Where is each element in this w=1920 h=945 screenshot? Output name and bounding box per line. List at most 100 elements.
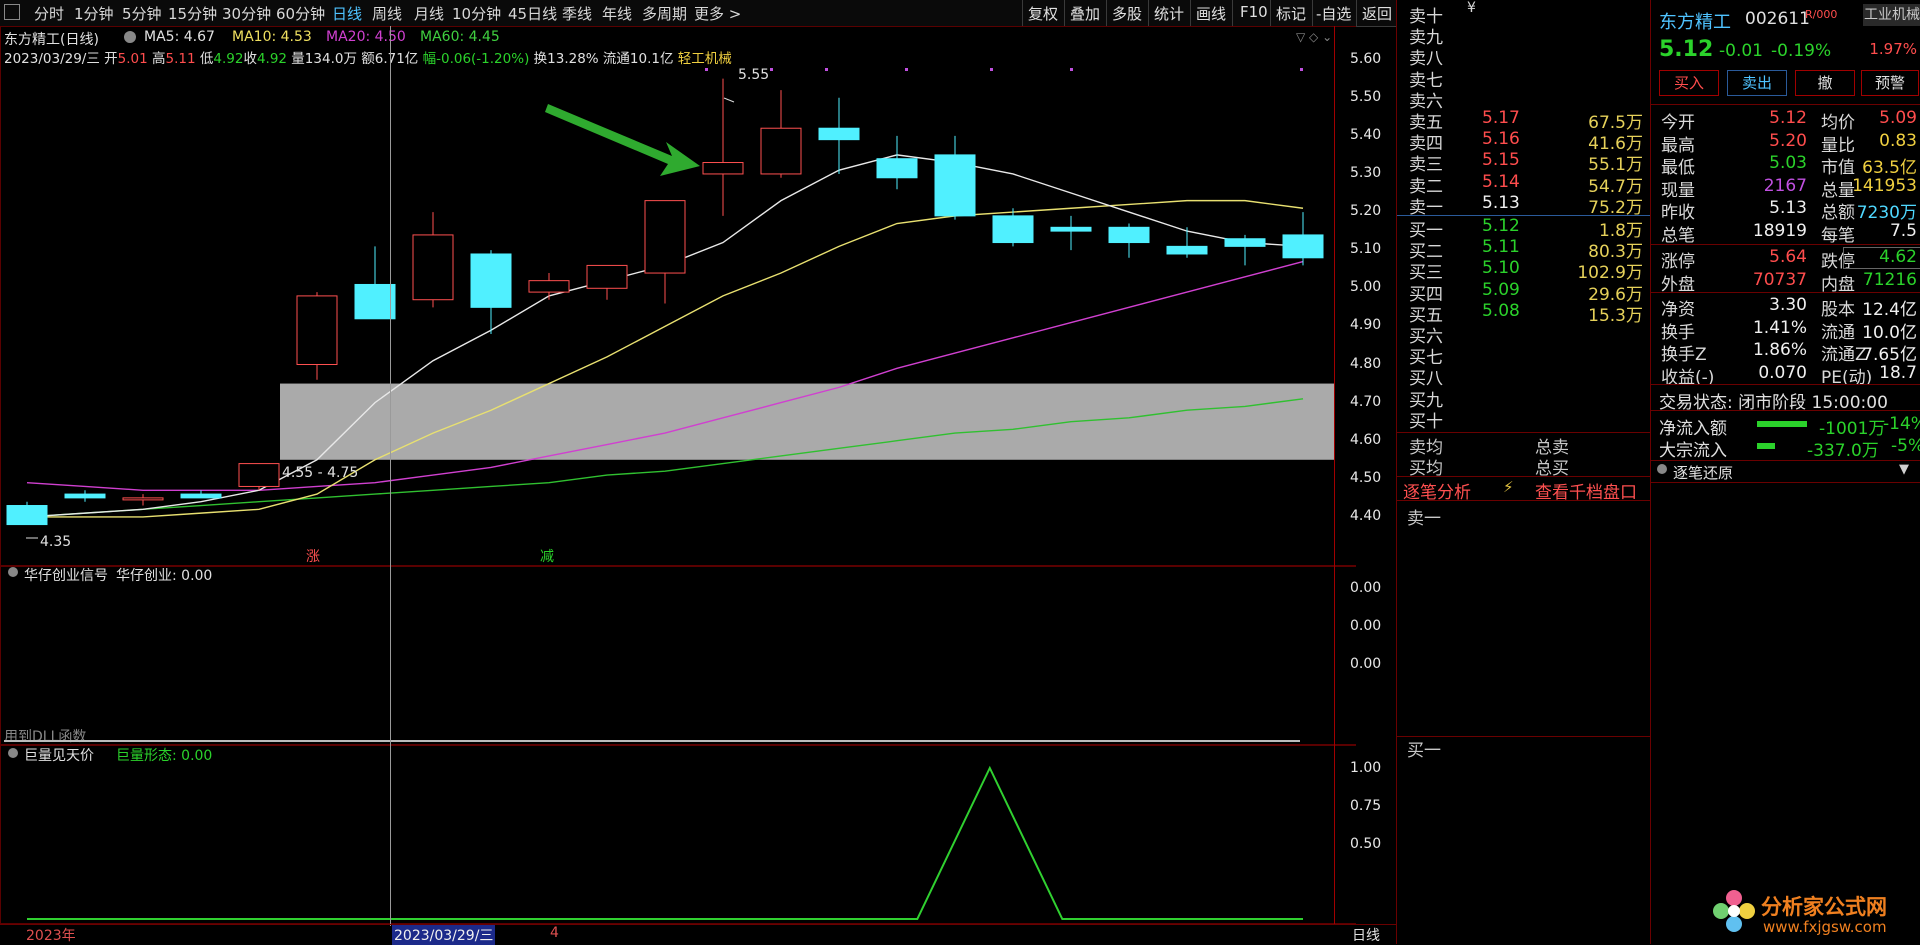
stock-code: 002611 — [1745, 9, 1810, 29]
bid-row[interactable]: 买五 5.08 15.3万 — [1397, 300, 1651, 326]
period-tab-weekly[interactable]: 周线 — [372, 3, 402, 24]
quote-panel: 东方精工 002611 R/000 工业机械 1.97% 5.12 -0.01 … — [1650, 0, 1920, 944]
period-tab-5min[interactable]: 5分钟 — [122, 3, 162, 24]
ask-row[interactable]: 卖三 5.15 55.1万 — [1397, 150, 1651, 175]
bid-row[interactable]: 买一 5.12 1.8万 — [1397, 216, 1651, 241]
signal-dot — [770, 68, 773, 71]
x-axis-period: 日线 — [1352, 928, 1380, 944]
toolbar-overlay-button[interactable]: 叠加 — [1070, 3, 1100, 24]
toolbar-draw-button[interactable]: 画线 — [1196, 3, 1226, 24]
net-inflow-pct: -14% — [1883, 414, 1920, 434]
quote-row: 最低 5.03 市值 63.5亿 — [1651, 153, 1920, 178]
signal-dot — [990, 68, 993, 71]
bid-row[interactable]: 买三 5.10 102.9万 — [1397, 258, 1651, 283]
quote-label: 市值 — [1821, 158, 1855, 178]
period-tab-1min[interactable]: 1分钟 — [74, 3, 114, 24]
quote-label: 今开 — [1661, 113, 1695, 133]
quote-label: 流通 — [1821, 322, 1855, 343]
bid-row[interactable]: 买六 — [1397, 322, 1651, 347]
candlestick-chart[interactable] — [0, 26, 1334, 566]
stock-flag: R/000 — [1805, 8, 1838, 21]
tick-restore-icon[interactable] — [1657, 464, 1667, 474]
toolbar-f10-button[interactable]: F10 — [1240, 3, 1268, 21]
ask-row[interactable]: 卖九 — [1397, 23, 1651, 48]
period-tab-more[interactable]: 更多 > — [694, 3, 741, 24]
period-tab-multi[interactable]: 多周期 — [642, 3, 687, 24]
candle-body — [1282, 234, 1324, 259]
period-tab-分时[interactable]: 分时 — [34, 3, 64, 24]
tick-restore-menu-icon[interactable]: ▼ — [1899, 462, 1909, 477]
bulk-inflow-bar — [1757, 443, 1775, 449]
period-tab-daily[interactable]: 日线 — [332, 3, 362, 24]
bid-row[interactable]: 买四 5.09 29.6万 — [1397, 279, 1651, 305]
quote-row: 外盘 70737 内盘 71216 — [1651, 269, 1920, 295]
bid-row[interactable]: 买九 — [1397, 386, 1651, 411]
quote-label: 总量 — [1821, 180, 1855, 201]
signal-down-marker: 减 — [540, 549, 554, 565]
period-tab-30min[interactable]: 30分钟 — [222, 3, 271, 24]
buy-button[interactable]: 买入 — [1659, 70, 1719, 96]
quote-label: 涨停 — [1661, 252, 1695, 272]
bid-row[interactable]: 买十 — [1397, 407, 1651, 432]
sell-button[interactable]: 卖出 — [1727, 70, 1787, 96]
toolbar-menu-icon[interactable] — [4, 4, 20, 20]
period-tab-quarterly[interactable]: 季线 — [562, 3, 592, 24]
ask-row[interactable]: 卖二 5.14 54.7万 — [1397, 172, 1651, 197]
ask-row[interactable]: 卖五 5.17 67.5万 — [1397, 108, 1651, 133]
toolbar-stats-button[interactable]: 统计 — [1154, 3, 1184, 24]
price-change: -0.01 — [1719, 41, 1763, 61]
toolbar-multistock-button[interactable]: 多股 — [1112, 3, 1142, 24]
tick-queue-buy1: 买一 — [1407, 741, 1441, 761]
level-price: 5.17 — [1482, 108, 1520, 128]
candle-body — [1224, 238, 1266, 247]
ask-row[interactable]: 卖七 — [1397, 66, 1651, 91]
signal-dot — [1300, 68, 1303, 71]
ask-row[interactable]: 卖四 5.16 41.6万 — [1397, 129, 1651, 154]
level-price: 5.08 — [1482, 300, 1520, 321]
bid-row[interactable]: 买七 — [1397, 343, 1651, 368]
period-tab-45day[interactable]: 45日线 — [508, 3, 557, 24]
toolbar-watchlist-button[interactable]: -自选 — [1316, 3, 1351, 24]
crosshair-vertical-line — [390, 26, 391, 926]
bulk-inflow-pct: -5% — [1891, 436, 1920, 456]
level-price: 5.09 — [1482, 279, 1520, 300]
ask-row[interactable]: 卖十 — [1397, 2, 1651, 27]
quote-label: 昨收 — [1661, 203, 1695, 223]
quote-value: 18919 — [1752, 220, 1807, 241]
industry-badge[interactable]: 工业机械 — [1863, 4, 1920, 26]
ask-row[interactable]: 卖一 5.13 75.2万 — [1397, 193, 1651, 218]
toolbar-adjust-button[interactable]: 复权 — [1028, 3, 1058, 24]
watermark-url: www.fxjgsw.com — [1763, 918, 1887, 936]
candle-body — [1108, 226, 1150, 244]
low-price-marker: 4.35 — [40, 534, 72, 550]
period-tab-60min[interactable]: 60分钟 — [276, 3, 325, 24]
indicator2-chart — [27, 765, 1303, 920]
candle-body — [1166, 245, 1208, 255]
period-tab-15min[interactable]: 15分钟 — [168, 3, 217, 24]
candle-body — [470, 253, 512, 308]
ask-row[interactable]: 卖六 — [1397, 87, 1651, 112]
toolbar-mark-button[interactable]: 标记 — [1276, 3, 1306, 24]
indicator1-panel — [0, 566, 1356, 746]
ask-row[interactable]: 卖八 — [1397, 44, 1651, 69]
toolbar-back-button[interactable]: 返回 — [1362, 3, 1392, 24]
indicator1-settings-icon[interactable] — [8, 567, 18, 577]
quote-value: 5.12 — [1769, 108, 1807, 128]
cancel-order-button[interactable]: 撤 — [1795, 70, 1855, 96]
quote-row: 净资 3.30 股本 12.4亿 — [1651, 295, 1920, 320]
indicator1-title: 华仔创业信号 — [24, 568, 108, 584]
level-name: 买十 — [1409, 411, 1443, 432]
quote-value: 5.03 — [1769, 153, 1807, 173]
bid-row[interactable]: 买二 5.11 80.3万 — [1397, 237, 1651, 262]
tick-restore-title[interactable]: 逐笔还原 — [1673, 462, 1733, 483]
alert-button[interactable]: 预警 — [1861, 70, 1919, 96]
quote-label: 现量 — [1661, 180, 1695, 201]
candle-body — [1050, 226, 1092, 232]
quote-value: 70737 — [1752, 269, 1807, 290]
period-tab-monthly[interactable]: 月线 — [414, 3, 444, 24]
signal-up-marker: 涨 — [306, 549, 320, 565]
quote-value: 0.83 — [1879, 130, 1917, 151]
period-tab-yearly[interactable]: 年线 — [602, 3, 632, 24]
bid-row[interactable]: 买八 — [1397, 364, 1651, 389]
period-tab-10min[interactable]: 10分钟 — [452, 3, 501, 24]
